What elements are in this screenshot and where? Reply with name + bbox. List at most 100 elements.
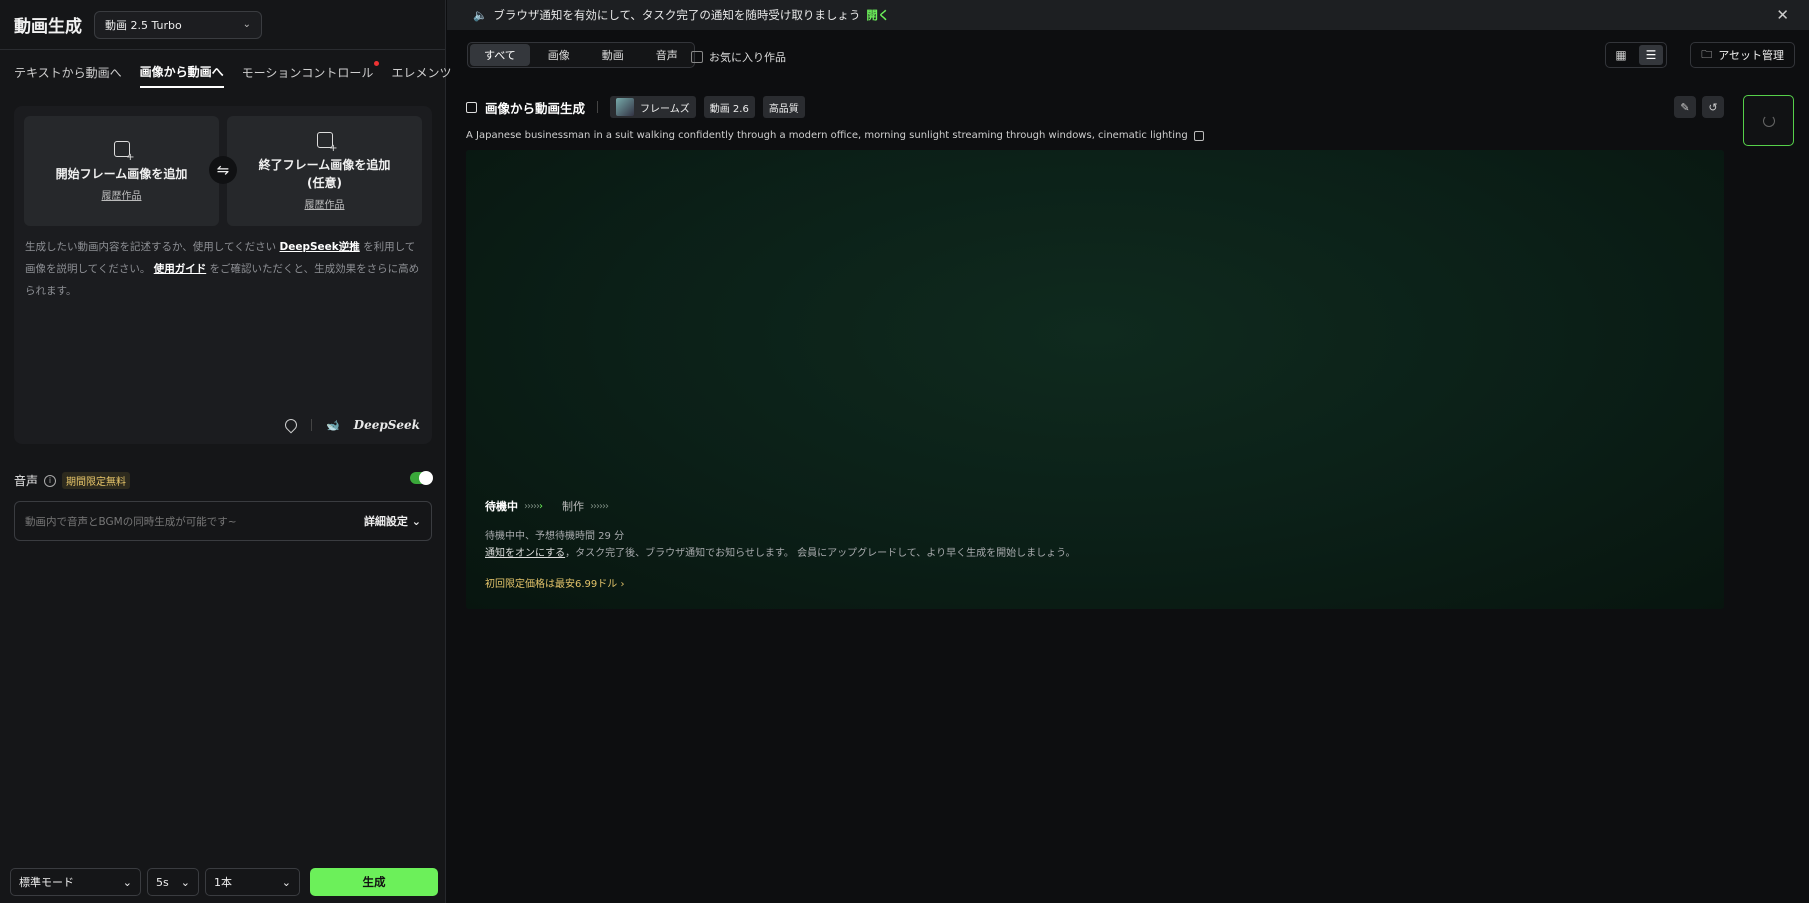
type-filter: すべて 画像 動画 音声 <box>467 42 695 68</box>
app-title: 動画生成 <box>14 17 82 37</box>
mode-select-value: 標準モード <box>19 876 74 889</box>
mode-select[interactable]: 標準モード ⌄ <box>10 868 141 896</box>
tab-motion-control-label: モーションコントロール <box>241 65 374 80</box>
waiting-progress-arrows: ›››››› <box>524 500 543 512</box>
wait-notify-text: ，タスク完了後、ブラウザ通知でお知らせします。 会員にアップグレードして、より早… <box>565 548 1076 559</box>
task-header: 画像から動画生成 フレームズ 動画 2.6 高品質 ✎ ↺ <box>466 96 1724 118</box>
status-making: 制作 <box>562 500 584 513</box>
filter-all[interactable]: すべて <box>470 44 530 66</box>
prompt-card-footer: 🐋 DeepSeek <box>282 416 420 434</box>
wait-estimate: 待機中中、予想待機時間 29 分 <box>485 531 625 542</box>
progress-status: 待機中 ›››››› 制作 ›››››› <box>485 498 609 514</box>
frame-thumbnail <box>616 98 635 116</box>
chip-quality: 高品質 <box>762 96 805 118</box>
audio-row: 音声 i 期間限定無料 <box>14 471 433 489</box>
view-toggle: ▦ ☰ <box>1605 42 1667 68</box>
start-frame-history-link[interactable]: 履歴作品 <box>102 187 142 202</box>
advanced-settings-button[interactable]: 詳細設定 ⌄ <box>364 513 421 529</box>
left-panel: 動画生成 動画 2.5 Turbo ⌄ テキストから動画へ 画像から動画へ モー… <box>0 0 451 903</box>
count-select-value: 1本 <box>214 876 232 889</box>
notification-banner: 🔈 ブラウザ通知を有効にして、タスク完了の通知を随時受け取りましょう 開く ✕ <box>447 0 1809 30</box>
info-icon[interactable]: i <box>44 474 57 487</box>
task-prompt: A Japanese businessman in a suit walking… <box>466 130 1724 141</box>
add-image-icon <box>113 140 135 163</box>
chevron-down-icon: ⌄ <box>411 515 421 528</box>
mode-tabs: テキストから動画へ 画像から動画へ モーションコントロール エレメンツ <box>0 50 451 94</box>
location-pin-icon[interactable] <box>282 416 300 434</box>
filter-bar: すべて 画像 動画 音声 お気に入り作品 ▦ ☰ 🗀 アセット管理 <box>447 38 1809 72</box>
chevron-down-icon: ⌄ <box>281 875 291 889</box>
left-topbar: 動画生成 動画 2.5 Turbo ⌄ <box>0 0 445 50</box>
enable-notification-link[interactable]: 通知をオンにする <box>485 548 565 559</box>
generate-button[interactable]: 生成 <box>310 868 438 896</box>
start-frame-upload[interactable]: 開始フレーム画像を追加 履歴作品 <box>24 116 219 226</box>
calendar-icon <box>466 101 477 113</box>
favorites-label: お気に入り作品 <box>709 51 786 64</box>
edit-icon[interactable]: ✎ <box>1674 96 1696 118</box>
favorites-filter[interactable]: お気に入り作品 <box>691 49 786 65</box>
speaker-icon: 🔈 <box>473 8 488 22</box>
filter-image[interactable]: 画像 <box>534 44 584 66</box>
prompt-card: 開始フレーム画像を追加 履歴作品 ⇋ 終了フレーム画像を追加 (任意) 履歴作品… <box>14 106 432 444</box>
model-select-value: 動画 2.5 Turbo <box>105 18 182 32</box>
filter-audio[interactable]: 音声 <box>642 44 692 66</box>
end-frame-title-line1: 終了フレーム画像を追加 <box>258 157 391 172</box>
end-frame-history-link[interactable]: 履歴作品 <box>305 196 345 211</box>
divider <box>310 419 312 431</box>
duration-select[interactable]: 5s ⌄ <box>147 868 199 896</box>
task-title: 画像から動画生成 <box>485 100 586 116</box>
wait-notify-line: 通知をオンにする，タスク完了後、ブラウザ通知でお知らせします。 会員にアップグレ… <box>485 545 1076 562</box>
tab-image-to-video[interactable]: 画像から動画へ <box>139 57 224 88</box>
copy-icon[interactable] <box>1193 130 1204 141</box>
desc-text-1: 生成したい動画内容を記述するか、使用してください <box>25 241 280 253</box>
list-view-icon[interactable]: ☰ <box>1639 45 1663 65</box>
count-select[interactable]: 1本 ⌄ <box>205 868 300 896</box>
regenerate-icon[interactable]: ↺ <box>1702 96 1724 118</box>
chip-model: 動画 2.6 <box>703 96 755 118</box>
model-select[interactable]: 動画 2.5 Turbo ⌄ <box>94 10 262 39</box>
notification-open-link[interactable]: 開く <box>866 7 889 23</box>
close-icon[interactable]: ✕ <box>1776 6 1789 24</box>
audio-placeholder: 動画内で音声とBGMの同時生成が可能です~ <box>25 515 237 528</box>
deepseek-logo[interactable]: DeepSeek <box>354 418 420 432</box>
divider <box>597 101 599 113</box>
chip-frames: フレームズ <box>610 96 696 118</box>
tab-motion-control[interactable]: モーションコントロール <box>241 58 380 87</box>
usage-guide-link[interactable]: 使用ガイド <box>154 263 207 275</box>
task-prompt-text: A Japanese businessman in a suit walking… <box>466 130 1188 141</box>
asset-management-button[interactable]: 🗀 アセット管理 <box>1690 42 1795 68</box>
task-item: 画像から動画生成 フレームズ 動画 2.6 高品質 ✎ ↺ A Japanese… <box>466 96 1724 141</box>
start-frame-title: 開始フレーム画像を追加 <box>55 166 188 181</box>
duration-select-value: 5s <box>156 875 169 889</box>
filter-video[interactable]: 動画 <box>588 44 638 66</box>
audio-input[interactable]: 動画内で音声とBGMの同時生成が可能です~ 詳細設定 ⌄ <box>14 501 432 541</box>
prompt-placeholder[interactable]: 生成したい動画内容を記述するか、使用してください DeepSeek逆推 を利用し… <box>25 236 425 302</box>
status-waiting: 待機中 <box>485 500 518 513</box>
grid-view-icon[interactable]: ▦ <box>1609 45 1633 65</box>
deepseek-reverse-link[interactable]: DeepSeek逆推 <box>280 241 360 253</box>
video-preview: 待機中 ›››››› 制作 ›››››› 待機中中、予想待機時間 29 分 通知… <box>466 150 1724 609</box>
new-dot-icon <box>374 60 380 66</box>
asset-management-label: アセット管理 <box>1718 49 1784 62</box>
advanced-settings-label: 詳細設定 <box>363 515 408 528</box>
chip-frames-label: フレームズ <box>640 103 690 115</box>
chevron-down-icon: ⌄ <box>180 875 190 889</box>
task-thumbnail[interactable] <box>1743 95 1794 146</box>
task-actions: ✎ ↺ <box>1674 96 1724 118</box>
bottom-bar: 標準モード ⌄ 5s ⌄ 1本 ⌄ 生成 <box>10 868 438 896</box>
loading-spinner-icon <box>1762 114 1775 127</box>
audio-label: 音声 <box>14 474 39 488</box>
favorites-checkbox[interactable] <box>691 51 703 63</box>
audio-toggle[interactable] <box>410 471 433 485</box>
notification-text: ブラウザ通知を有効にして、タスク完了の通知を随時受け取りましょう <box>493 8 861 22</box>
end-frame-upload[interactable]: 終了フレーム画像を追加 (任意) 履歴作品 <box>227 116 422 226</box>
tab-text-to-video[interactable]: テキストから動画へ <box>14 58 122 87</box>
free-badge: 期間限定無料 <box>62 472 131 489</box>
making-progress-arrows: ›››››› <box>590 500 609 512</box>
wait-info: 待機中中、予想待機時間 29 分 通知をオンにする，タスク完了後、ブラウザ通知で… <box>485 528 1076 562</box>
tab-elements[interactable]: エレメンツ <box>391 58 451 87</box>
promo-link[interactable]: 初回限定価格は最安6.99ドル › <box>485 575 624 590</box>
chevron-down-icon: ⌄ <box>242 19 251 30</box>
swap-frames-icon[interactable]: ⇋ <box>209 156 237 184</box>
chevron-down-icon: ⌄ <box>122 875 132 889</box>
